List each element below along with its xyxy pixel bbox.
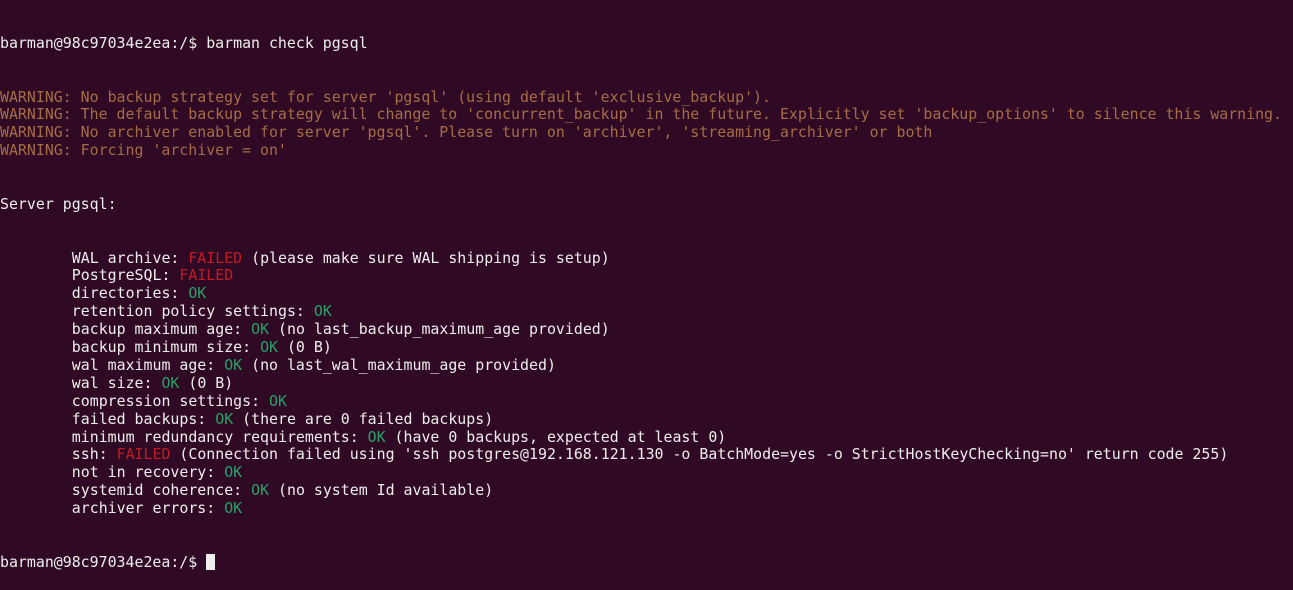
check-label: retention policy settings:	[71, 302, 314, 321]
server-header: Server pgsql:	[0, 194, 117, 213]
check-status: OK	[188, 284, 207, 303]
check-line: backup minimum size: OK (0 B)	[0, 338, 1282, 357]
check-detail: (no last_backup_maximum_age provided)	[269, 320, 610, 339]
shell-prompt: barman@98c97034e2ea:/$	[0, 552, 207, 571]
check-detail: (0 B)	[179, 373, 234, 392]
check-label: minimum redundancy requirements:	[71, 427, 368, 446]
warning-line: WARNING: The default backup strategy wil…	[0, 105, 1282, 124]
check-label: not in recovery:	[71, 463, 225, 482]
check-label: compression settings:	[71, 391, 270, 410]
check-status: OK	[251, 320, 270, 339]
check-line: systemid coherence: OK (no system Id ava…	[0, 481, 1282, 500]
check-status: OK	[224, 355, 243, 374]
command-text: barman check pgsql	[206, 33, 368, 52]
shell-prompt: barman@98c97034e2ea:/$	[0, 33, 207, 52]
check-status: OK	[161, 373, 180, 392]
check-line: WAL archive: FAILED (please make sure WA…	[0, 248, 1282, 268]
check-line: compression settings: OK	[0, 391, 1282, 411]
check-label: backup minimum size:	[71, 338, 261, 357]
check-detail: (please make sure WAL shipping is setup)	[242, 248, 610, 267]
check-detail: (have 0 backups, expected at least 0)	[385, 427, 727, 446]
warning-line: WARNING: Forcing 'archiver = on'	[0, 141, 287, 160]
check-label: archiver errors:	[71, 499, 225, 518]
check-line: ssh: FAILED (Connection failed using 'ss…	[0, 445, 1282, 464]
check-status: OK	[224, 499, 243, 518]
check-line: archiver errors: OK	[0, 499, 1282, 518]
check-line: wal maximum age: OK (no last_wal_maximum…	[0, 355, 1282, 375]
check-status: FAILED	[116, 445, 171, 464]
check-detail: (no system Id available)	[269, 481, 494, 500]
check-status: OK	[313, 302, 332, 321]
check-label: PostgreSQL:	[71, 266, 180, 285]
check-status: OK	[367, 427, 386, 446]
check-detail: (Connection failed using 'ssh postgres@1…	[170, 445, 1229, 464]
check-detail: (0 B)	[278, 338, 332, 357]
check-label: ssh:	[71, 445, 117, 464]
check-label: wal maximum age:	[71, 355, 225, 374]
check-label: wal size:	[71, 373, 162, 392]
terminal-output[interactable]: barman@98c97034e2ea:/$ barman check pgsq…	[0, 0, 1282, 590]
current-prompt-line[interactable]: barman@98c97034e2ea:/$	[0, 552, 1282, 572]
check-line: wal size: OK (0 B)	[0, 373, 1282, 393]
check-status: OK	[224, 463, 243, 482]
check-status: OK	[269, 391, 287, 410]
check-detail: (no last_wal_maximum_age provided)	[242, 355, 556, 374]
check-status: FAILED	[188, 248, 243, 267]
check-line: backup maximum age: OK (no last_backup_m…	[0, 320, 1282, 339]
check-line: minimum redundancy requirements: OK (hav…	[0, 427, 1282, 447]
check-line: retention policy settings: OK	[0, 302, 1282, 321]
check-status: OK	[260, 338, 278, 357]
check-line: directories: OK	[0, 284, 1282, 303]
check-label: systemid coherence:	[71, 481, 252, 500]
warning-line: WARNING: No backup strategy set for serv…	[0, 87, 771, 106]
check-detail: (there are 0 failed backups)	[233, 409, 494, 428]
check-label: WAL archive:	[71, 248, 189, 267]
check-line: not in recovery: OK	[0, 463, 1282, 482]
check-label: failed backups:	[71, 409, 216, 428]
check-status: OK	[215, 409, 234, 428]
warning-line: WARNING: No archiver enabled for server …	[0, 123, 933, 142]
command-line: barman@98c97034e2ea:/$ barman check pgsq…	[0, 33, 1282, 53]
check-status: OK	[251, 481, 270, 500]
check-label: directories:	[71, 284, 189, 303]
check-line: PostgreSQL: FAILED	[0, 267, 1282, 285]
check-line: failed backups: OK (there are 0 failed b…	[0, 409, 1282, 429]
check-status: FAILED	[179, 266, 234, 285]
check-label: backup maximum age:	[71, 320, 252, 339]
cursor	[206, 553, 216, 570]
